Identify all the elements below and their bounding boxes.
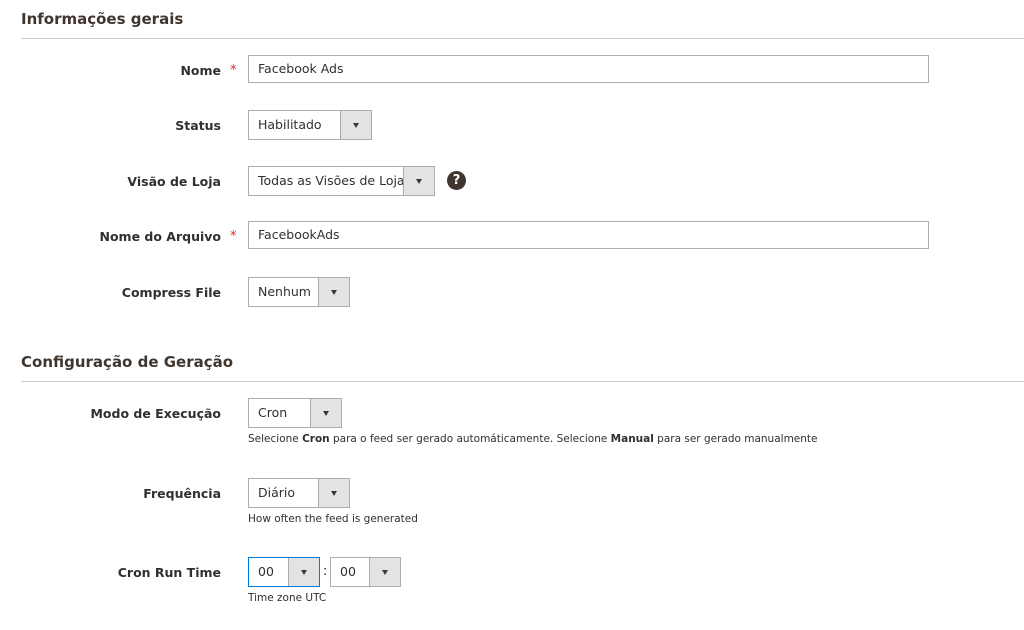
note-text: para o feed ser gerado automáticamente. …: [329, 433, 611, 445]
cron-minute-select-arrow[interactable]: [369, 558, 400, 586]
required-mark: *: [230, 229, 237, 244]
section-title-generation: Configuração de Geração: [21, 353, 234, 371]
note-text: Selecione: [248, 433, 303, 445]
cron-hour-select-arrow[interactable]: [288, 558, 319, 586]
name-input[interactable]: Facebook Ads: [248, 55, 929, 83]
frequency-note: How often the feed is generated: [248, 513, 418, 525]
chevron-down-icon: [352, 123, 359, 128]
chevron-down-icon: [330, 290, 337, 295]
compress-file-select-arrow[interactable]: [318, 278, 349, 306]
cron-minute-value: 00: [340, 564, 356, 579]
required-mark: *: [230, 63, 237, 78]
cron-hour-value: 00: [258, 564, 274, 579]
compress-file-label: Compress File: [121, 285, 221, 300]
section-divider: [21, 38, 1024, 39]
cron-hour-select[interactable]: 00: [248, 557, 320, 587]
execution-mode-select[interactable]: Cron: [248, 398, 342, 428]
frequency-select[interactable]: Diário: [248, 478, 350, 508]
store-view-select-value: Todas as Visões de Loja: [258, 173, 405, 188]
section-title-general: Informações gerais: [21, 10, 184, 28]
status-select-arrow[interactable]: [340, 111, 371, 139]
compress-file-select[interactable]: Nenhum: [248, 277, 350, 307]
chevron-down-icon: [381, 570, 388, 575]
chevron-down-icon: [300, 570, 307, 575]
execution-mode-note: Selecione Cron para o feed ser gerado au…: [248, 433, 818, 445]
execution-mode-select-arrow[interactable]: [310, 399, 341, 427]
store-view-select[interactable]: Todas as Visões de Loja: [248, 166, 435, 196]
store-view-label: Visão de Loja: [127, 174, 221, 189]
store-view-select-arrow[interactable]: [403, 167, 434, 195]
file-name-input[interactable]: FacebookAds: [248, 221, 929, 249]
cron-minute-select[interactable]: 00: [330, 557, 401, 587]
name-label: Nome: [180, 63, 221, 78]
cron-time-note: Time zone UTC: [248, 592, 327, 604]
section-divider: [21, 381, 1024, 382]
chevron-down-icon: [415, 179, 422, 184]
chevron-down-icon: [322, 411, 329, 416]
execution-mode-select-value: Cron: [258, 405, 288, 420]
note-cron: Cron: [302, 433, 330, 445]
note-manual: Manual: [610, 433, 654, 445]
time-separator: :: [323, 564, 328, 579]
status-select-value: Habilitado: [258, 117, 322, 132]
compress-file-select-value: Nenhum: [258, 284, 311, 299]
frequency-label: Frequência: [143, 486, 221, 501]
question-circle-icon[interactable]: ?: [447, 171, 466, 190]
file-name-label: Nome do Arquivo: [99, 229, 222, 244]
execution-mode-label: Modo de Execução: [90, 406, 221, 421]
status-label: Status: [175, 118, 221, 133]
note-text: para ser gerado manualmente: [653, 433, 818, 445]
chevron-down-icon: [330, 491, 337, 496]
frequency-select-arrow[interactable]: [318, 479, 349, 507]
cron-run-time-label: Cron Run Time: [117, 565, 221, 580]
status-select[interactable]: Habilitado: [248, 110, 372, 140]
frequency-select-value: Diário: [258, 485, 296, 500]
